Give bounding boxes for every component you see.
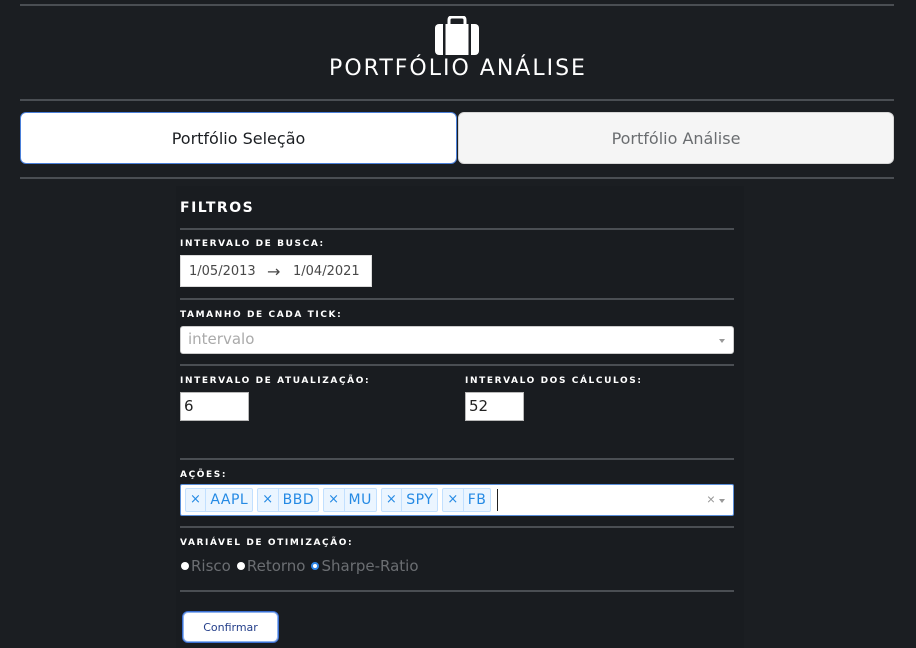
- remove-chip-icon[interactable]: ×: [186, 489, 207, 511]
- stock-chip-label: BBD: [282, 492, 315, 508]
- chevron-down-icon[interactable]: [719, 499, 725, 503]
- tick-size-placeholder: intervalo: [188, 330, 255, 348]
- stocks-label: AÇÕES:: [180, 470, 228, 480]
- stock-chip-label: FB: [467, 492, 487, 508]
- chevron-down-icon[interactable]: [719, 339, 725, 343]
- radio-button[interactable]: [181, 562, 189, 570]
- stock-chip: × MU: [323, 488, 377, 512]
- stock-chip: × SPY: [380, 488, 439, 512]
- section-divider: [180, 590, 734, 592]
- remove-chip-icon[interactable]: ×: [382, 489, 403, 511]
- radio-label: Retorno: [246, 557, 306, 575]
- date-range-picker[interactable]: 1/05/2013 → 1/04/2021: [180, 255, 372, 287]
- remove-chip-icon[interactable]: ×: [258, 489, 279, 511]
- update-interval-input[interactable]: 6: [180, 392, 249, 421]
- stock-chip: × AAPL: [185, 488, 254, 512]
- radio-button-checked[interactable]: [311, 562, 320, 570]
- stocks-multiselect[interactable]: × AAPL × BBD × MU × SPY × FB ×: [180, 484, 734, 516]
- stock-chip: × BBD: [257, 488, 320, 512]
- briefcase-icon: [434, 15, 480, 56]
- section-divider: [180, 364, 734, 366]
- radio-retorno[interactable]: Retorno: [236, 557, 306, 575]
- tick-size-label: TAMANHO DE CADA TICK:: [180, 310, 343, 320]
- stock-chip-label: SPY: [406, 492, 434, 508]
- stock-chip-label: MU: [348, 492, 372, 508]
- search-interval-label: INTERVALO DE BUSCA:: [180, 239, 325, 249]
- radio-button[interactable]: [236, 562, 245, 570]
- stock-chip: × FB: [442, 488, 492, 512]
- radio-label: Sharpe-Ratio: [321, 557, 419, 575]
- optimization-label: VARIÁVEL DE OTIMIZAÇÃO:: [180, 538, 354, 548]
- radio-sharpe-ratio[interactable]: Sharpe-Ratio: [311, 557, 419, 575]
- clear-all-icon[interactable]: ×: [707, 491, 715, 507]
- section-divider: [180, 228, 734, 230]
- remove-chip-icon[interactable]: ×: [324, 489, 345, 511]
- top-divider: [20, 4, 894, 6]
- update-interval-label: INTERVALO DE ATUALIZAÇÃO:: [180, 376, 371, 386]
- tabs-divider: [20, 177, 894, 179]
- filters-title: FILTROS: [180, 200, 255, 216]
- radio-label: Risco: [191, 557, 231, 575]
- stock-chip-label: AAPL: [210, 492, 249, 508]
- optimization-radio-group: Risco Retorno Sharpe-Ratio: [181, 557, 425, 575]
- header-divider: [20, 99, 894, 101]
- remove-chip-icon[interactable]: ×: [443, 489, 464, 511]
- section-divider: [180, 526, 734, 528]
- calc-interval-label: INTERVALO DOS CÁLCULOS:: [465, 376, 643, 386]
- tab-portfolio-analise[interactable]: Portfólio Análise: [458, 112, 894, 164]
- app-title: PORTFÓLIO ANÁLISE: [329, 56, 587, 81]
- text-cursor: [497, 489, 499, 511]
- section-divider: [180, 458, 734, 460]
- tab-portfolio-selecao[interactable]: Portfólio Seleção: [20, 112, 457, 164]
- confirm-button[interactable]: Confirmar: [182, 611, 279, 643]
- arrow-right-icon: →: [267, 261, 281, 281]
- section-divider: [180, 298, 734, 300]
- tick-size-dropdown[interactable]: intervalo: [180, 326, 734, 354]
- radio-risco[interactable]: Risco: [181, 557, 231, 575]
- end-date-input[interactable]: 1/04/2021: [293, 264, 360, 279]
- start-date-input[interactable]: 1/05/2013: [189, 264, 267, 279]
- calc-interval-input[interactable]: 52: [465, 392, 524, 421]
